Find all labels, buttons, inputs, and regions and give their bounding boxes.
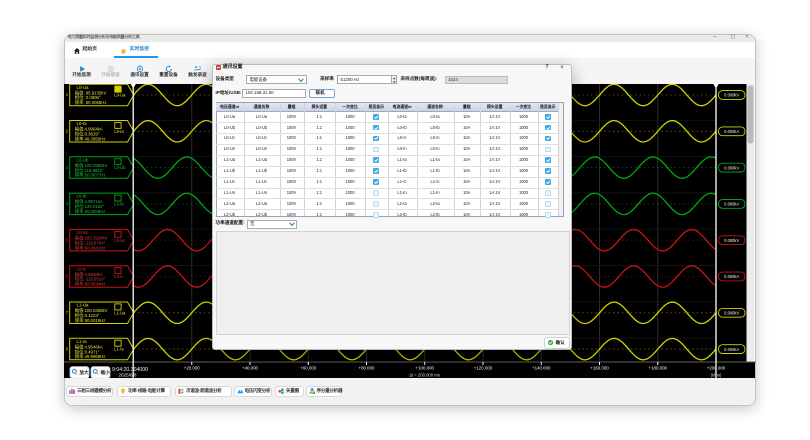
- svg-text:L0-Ub: L0-Ub: [76, 157, 89, 162]
- svg-text:L1-Ia: L1-Ia: [76, 339, 87, 344]
- svg-text:+100.000: +100.000: [415, 366, 434, 371]
- svg-text:放大: 放大: [78, 369, 88, 376]
- svg-text:+120.000: +120.000: [473, 366, 492, 371]
- svg-text:缩小: 缩小: [100, 369, 109, 376]
- svg-text:频率:50.0077Hz: 频率:50.0077Hz: [74, 172, 105, 179]
- svg-text:频率: 50.0065Hz: 频率: 50.0065Hz: [74, 99, 106, 106]
- svg-text:+20.000: +20.000: [183, 366, 200, 371]
- svg-text:L0-Uc: L0-Uc: [114, 238, 125, 243]
- svg-text:+180.000: +180.000: [648, 366, 667, 371]
- svg-text:L0-Ic: L0-Ic: [114, 274, 123, 279]
- svg-text:Δt = 200.000 ms: Δt = 200.000 ms: [409, 372, 440, 377]
- svg-text:0.000kV: 0.000kV: [724, 238, 739, 243]
- svg-text:2025/8/8: 2025/8/8: [118, 373, 136, 378]
- svg-text:L0-Uc: L0-Uc: [76, 230, 89, 235]
- svg-text:L0-Ia: L0-Ia: [114, 129, 124, 134]
- svg-text:0.000kA: 0.000kA: [724, 202, 739, 207]
- svg-text:+80.000: +80.000: [358, 366, 375, 371]
- svg-text:频率:50.0069Hz: 频率:50.0069Hz: [74, 208, 105, 215]
- svg-text:0.000kV: 0.000kV: [724, 93, 739, 98]
- svg-text:+60.000: +60.000: [300, 366, 317, 371]
- svg-text:L0-Ua: L0-Ua: [76, 85, 89, 90]
- svg-text:频率:50.0041Hz: 频率:50.0041Hz: [74, 244, 105, 251]
- svg-text:频率:50.0019Hz: 频率:50.0019Hz: [74, 317, 105, 324]
- svg-text:L0-Ia: L0-Ia: [76, 121, 87, 126]
- svg-text:0.000kA: 0.000kA: [724, 274, 739, 279]
- svg-text:(t/ms): (t/ms): [710, 372, 721, 377]
- svg-text:频率:49.9969Hz: 频率:49.9969Hz: [74, 353, 105, 360]
- svg-text:频率:49.3950Hz: 频率:49.3950Hz: [74, 135, 105, 142]
- svg-text:0.000kA: 0.000kA: [724, 347, 739, 352]
- svg-text:+160.000: +160.000: [590, 366, 609, 371]
- svg-text:0.000kV: 0.000kV: [724, 165, 739, 170]
- svg-text:0.000kA: 0.000kA: [724, 129, 739, 134]
- svg-text:+140.000: +140.000: [532, 366, 551, 371]
- svg-text:L0-Ic: L0-Ic: [76, 266, 87, 271]
- svg-text:0.000kV: 0.000kV: [724, 311, 739, 316]
- svg-text:L0-Ib: L0-Ib: [114, 202, 124, 207]
- svg-text:+40.000: +40.000: [242, 366, 259, 371]
- svg-text:L0-Ib: L0-Ib: [76, 194, 87, 199]
- svg-text:L1-Ua: L1-Ua: [76, 303, 89, 308]
- svg-text:L0-Ua: L0-Ua: [114, 93, 126, 98]
- svg-text:L0-Ub: L0-Ub: [114, 165, 126, 170]
- svg-text:L1-Ia: L1-Ia: [114, 347, 124, 352]
- svg-text:L1-Ua: L1-Ua: [114, 310, 126, 315]
- svg-text:频率:50.0034Hz: 频率:50.0034Hz: [74, 281, 105, 288]
